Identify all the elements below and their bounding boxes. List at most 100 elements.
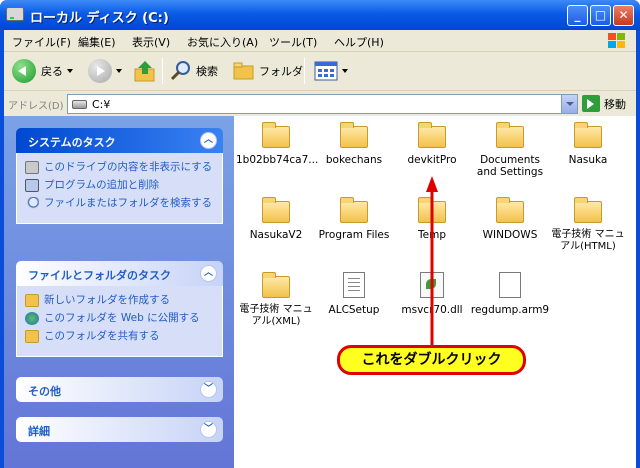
- folder-item[interactable]: Nasuka: [548, 122, 628, 166]
- annotation-arrow: [426, 176, 438, 348]
- details-panel: 詳細 ﹀: [16, 417, 223, 442]
- back-arrow-icon: [12, 59, 36, 83]
- maximize-button[interactable]: □: [590, 5, 611, 26]
- back-button[interactable]: 戻る: [12, 58, 73, 84]
- dropdown-arrow-icon: [67, 69, 73, 73]
- menu-view[interactable]: 表示(V): [132, 34, 170, 50]
- file-folder-tasks-title: ファイルとフォルダのタスク: [28, 269, 171, 282]
- globe-icon: [25, 312, 39, 325]
- task-new-folder[interactable]: 新しいフォルダを作成する: [25, 294, 214, 307]
- close-button[interactable]: ✕: [613, 5, 634, 26]
- item-label: 電子技術 マニュアル(HTML): [551, 229, 625, 252]
- system-tasks-list: このドライブの内容を非表示にする プログラムの追加と削除 ファイルまたはフォルダ…: [16, 153, 223, 224]
- folder-item[interactable]: NasukaV2: [236, 197, 316, 241]
- menu-tools[interactable]: ツール(T): [269, 34, 317, 50]
- folder-icon: [262, 122, 290, 148]
- folder-item[interactable]: WINDOWS: [470, 197, 550, 241]
- file-item[interactable]: ALCSetup: [314, 272, 394, 316]
- dropdown-arrow-icon: [342, 69, 348, 73]
- folders-icon: [233, 62, 254, 80]
- views-icon: [314, 61, 338, 81]
- dropdown-arrow-icon: [116, 69, 122, 73]
- item-label: bokechans: [325, 154, 383, 166]
- search-label: 検索: [196, 65, 218, 78]
- file-folder-tasks-list: 新しいフォルダを作成する このフォルダを Web に公開する このフォルダを共有…: [16, 286, 223, 357]
- window-title: ローカル ディスク (C:): [30, 11, 169, 26]
- file-item[interactable]: regdump.arm9: [470, 272, 550, 316]
- address-dropdown-button[interactable]: [561, 95, 577, 113]
- item-label: ALCSetup: [328, 304, 380, 316]
- folder-icon: [262, 197, 290, 223]
- menu-help[interactable]: ヘルプ(H): [334, 34, 384, 50]
- up-folder-icon: [134, 61, 155, 82]
- menu-file[interactable]: ファイル(F): [12, 34, 71, 50]
- collapse-chevron-icon[interactable]: ︿: [200, 265, 217, 282]
- address-label: アドレス(D): [8, 101, 64, 112]
- windows-logo-icon: [608, 33, 625, 48]
- folders-button[interactable]: フォルダ: [232, 58, 303, 84]
- folder-item[interactable]: 電子技術 マニュアル(XML): [236, 272, 316, 328]
- go-arrow-icon: [582, 95, 600, 112]
- details-header[interactable]: 詳細 ﹀: [16, 417, 223, 442]
- item-label: regdump.arm9: [470, 304, 550, 316]
- annotation-callout: これをダブルクリック: [337, 345, 526, 375]
- task-share-folder[interactable]: このフォルダを共有する: [25, 330, 214, 343]
- menu-edit[interactable]: 編集(E): [78, 34, 116, 50]
- task-hide-drive[interactable]: このドライブの内容を非表示にする: [25, 161, 214, 174]
- task-label: 新しいフォルダを作成する: [44, 294, 170, 306]
- folder-icon: [340, 197, 368, 223]
- file-folder-tasks-panel: ファイルとフォルダのタスク ︿ 新しいフォルダを作成する このフォルダを Web…: [16, 261, 223, 357]
- forward-button[interactable]: [88, 58, 122, 84]
- task-search-files[interactable]: ファイルまたはフォルダを検索する: [25, 197, 214, 210]
- folder-item[interactable]: Documents and Settings: [470, 122, 550, 178]
- search-icon: [170, 61, 190, 81]
- folder-icon: [262, 272, 290, 298]
- folder-icon: [574, 197, 602, 223]
- collapse-chevron-icon[interactable]: ︿: [200, 132, 217, 149]
- expand-chevron-icon[interactable]: ﹀: [200, 381, 217, 398]
- folder-item-devkitpro[interactable]: devkitPro: [392, 122, 472, 166]
- system-tasks-header[interactable]: システムのタスク ︿: [16, 128, 223, 153]
- go-label: 移動: [604, 97, 626, 111]
- folder-item[interactable]: 1b02bb74ca7...: [236, 122, 319, 166]
- task-add-remove-programs[interactable]: プログラムの追加と削除: [25, 179, 214, 192]
- drive-icon: [6, 7, 24, 21]
- other-places-panel: その他 ﹀: [16, 377, 223, 402]
- task-label: このフォルダを共有する: [44, 330, 160, 342]
- folder-icon: [418, 122, 446, 148]
- folder-icon: [574, 122, 602, 148]
- expand-chevron-icon[interactable]: ﹀: [200, 421, 217, 438]
- file-folder-tasks-header[interactable]: ファイルとフォルダのタスク ︿: [16, 261, 223, 286]
- programs-icon: [25, 179, 39, 192]
- details-title: 詳細: [28, 425, 50, 438]
- address-input[interactable]: C:¥: [67, 94, 578, 114]
- task-label: このドライブの内容を非表示にする: [44, 161, 213, 173]
- folder-item[interactable]: Program Files: [314, 197, 394, 241]
- go-button[interactable]: 移動: [582, 95, 626, 112]
- title-bar[interactable]: ローカル ディスク (C:) _ □ ✕: [0, 0, 640, 30]
- item-label: devkitPro: [407, 154, 457, 166]
- toolbar-separator: [162, 58, 163, 84]
- item-label: Documents and Settings: [476, 154, 544, 178]
- item-label: 電子技術 マニュアル(XML): [239, 304, 313, 327]
- toolbar-separator: [304, 58, 305, 84]
- folder-item[interactable]: 電子技術 マニュアル(HTML): [548, 197, 628, 253]
- folder-item[interactable]: bokechans: [314, 122, 394, 166]
- folders-label: フォルダ: [259, 65, 303, 78]
- folder-icon: [340, 122, 368, 148]
- hide-contents-icon: [25, 161, 39, 174]
- views-button[interactable]: [314, 58, 348, 84]
- task-pane: システムのタスク ︿ このドライブの内容を非表示にする プログラムの追加と削除 …: [4, 116, 234, 468]
- menu-favorites[interactable]: お気に入り(A): [187, 34, 258, 50]
- item-label: 1b02bb74ca7...: [236, 154, 319, 166]
- minimize-button[interactable]: _: [567, 5, 588, 26]
- search-button[interactable]: 検索: [170, 58, 218, 84]
- other-places-header[interactable]: その他 ﹀: [16, 377, 223, 402]
- drive-icon: [72, 100, 87, 109]
- item-label: Program Files: [318, 229, 390, 241]
- folder-icon: [496, 122, 524, 148]
- task-publish-web[interactable]: このフォルダを Web に公開する: [25, 312, 214, 325]
- toolbar: 戻る 検索 フォルダ: [4, 52, 636, 91]
- task-label: このフォルダを Web に公開する: [44, 312, 200, 324]
- up-folder-button[interactable]: [134, 58, 156, 84]
